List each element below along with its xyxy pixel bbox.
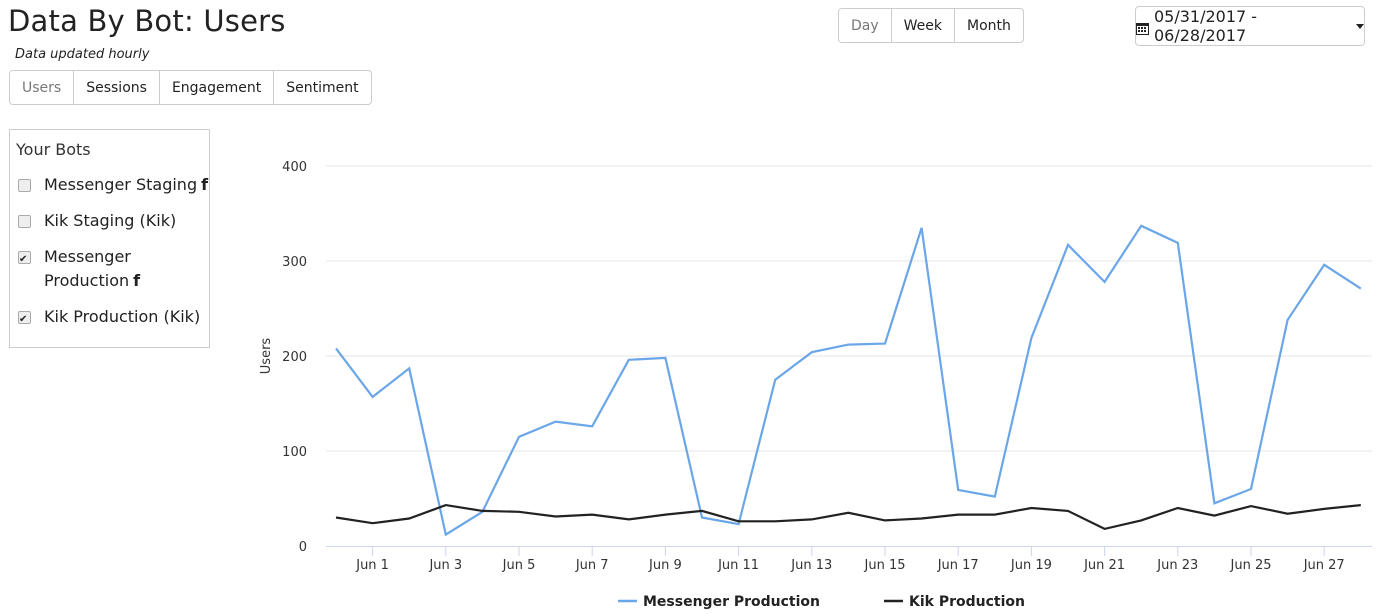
- data-point[interactable]: [626, 516, 632, 522]
- data-point[interactable]: [1211, 513, 1217, 519]
- x-tick-label: Jun 5: [502, 558, 536, 573]
- data-point[interactable]: [955, 512, 961, 518]
- data-point[interactable]: [370, 520, 376, 526]
- data-point[interactable]: [1138, 517, 1144, 523]
- data-point[interactable]: [772, 377, 778, 383]
- x-tick-label: Jun 19: [1010, 558, 1052, 573]
- x-tick-label: Jun 11: [717, 558, 759, 573]
- y-tick-label: 100: [282, 445, 307, 460]
- y-tick-label: 300: [282, 255, 307, 270]
- data-point[interactable]: [626, 357, 632, 363]
- x-tick-label: Jun 15: [864, 558, 906, 573]
- data-point[interactable]: [443, 532, 449, 538]
- data-point[interactable]: [1102, 279, 1108, 285]
- data-point[interactable]: [1248, 503, 1254, 509]
- data-point[interactable]: [845, 342, 851, 348]
- data-point[interactable]: [333, 515, 339, 521]
- x-tick-label: Jun 17: [937, 558, 979, 573]
- data-point[interactable]: [919, 515, 925, 521]
- data-point[interactable]: [992, 494, 998, 500]
- data-point[interactable]: [516, 509, 522, 515]
- data-point[interactable]: [1321, 262, 1327, 268]
- x-tick-label: Jun 7: [575, 558, 609, 573]
- data-point[interactable]: [1248, 486, 1254, 492]
- x-tick-label: Jun 27: [1303, 558, 1345, 573]
- y-tick-label: 200: [282, 350, 307, 365]
- data-point[interactable]: [1065, 242, 1071, 248]
- data-point[interactable]: [882, 341, 888, 347]
- data-point[interactable]: [992, 512, 998, 518]
- data-point[interactable]: [955, 487, 961, 493]
- data-point[interactable]: [553, 419, 559, 425]
- data-point[interactable]: [1358, 286, 1364, 292]
- x-tick-label: Jun 21: [1083, 558, 1125, 573]
- data-point[interactable]: [662, 512, 668, 518]
- data-point[interactable]: [736, 518, 742, 524]
- data-point[interactable]: [1285, 317, 1291, 323]
- data-point[interactable]: [809, 349, 815, 355]
- data-point[interactable]: [589, 512, 595, 518]
- data-point[interactable]: [1102, 526, 1108, 532]
- series-line-kik-production[interactable]: [335, 503, 1361, 531]
- data-point[interactable]: [589, 423, 595, 429]
- data-point[interactable]: [662, 355, 668, 361]
- data-point[interactable]: [1321, 506, 1327, 512]
- series-line-messenger-production[interactable]: [335, 224, 1362, 537]
- data-point[interactable]: [370, 394, 376, 400]
- data-point[interactable]: [516, 434, 522, 440]
- data-point[interactable]: [919, 225, 925, 231]
- data-point[interactable]: [699, 515, 705, 521]
- data-point[interactable]: [1028, 505, 1034, 511]
- x-tick-label: Jun 25: [1230, 558, 1272, 573]
- x-tick-label: Jun 3: [428, 558, 462, 573]
- y-axis-label: Users: [259, 338, 274, 375]
- users-line-chart: 0 100 200 300 400 Jun 1 Jun 3 Jun 5 Jun 7 Jun 9 J…: [259, 160, 1372, 610]
- data-point[interactable]: [1358, 502, 1364, 508]
- data-point[interactable]: [406, 515, 412, 521]
- data-point[interactable]: [333, 345, 339, 351]
- data-point[interactable]: [1028, 335, 1034, 341]
- data-point[interactable]: [406, 365, 412, 371]
- data-point[interactable]: [809, 516, 815, 522]
- x-tick-label: Jun 23: [1156, 558, 1198, 573]
- legend-label: Messenger Production: [643, 594, 820, 610]
- data-point[interactable]: [1138, 223, 1144, 229]
- x-tick-label: Jun 13: [790, 558, 832, 573]
- data-point[interactable]: [1175, 505, 1181, 511]
- x-tick-label: Jun 9: [648, 558, 682, 573]
- legend-item[interactable]: Messenger Production: [618, 594, 820, 610]
- legend-item[interactable]: Kik Production: [884, 594, 1025, 610]
- data-point[interactable]: [772, 518, 778, 524]
- data-point[interactable]: [845, 510, 851, 516]
- data-point[interactable]: [1285, 511, 1291, 517]
- data-point[interactable]: [443, 502, 449, 508]
- y-tick-label: 0: [299, 540, 307, 555]
- data-point[interactable]: [479, 508, 485, 514]
- data-point[interactable]: [1175, 240, 1181, 246]
- y-tick-label: 400: [282, 160, 307, 175]
- data-point[interactable]: [553, 514, 559, 520]
- data-point[interactable]: [1211, 500, 1217, 506]
- x-tick-label: Jun 1: [355, 558, 389, 573]
- data-point[interactable]: [1065, 508, 1071, 514]
- data-point[interactable]: [699, 508, 705, 514]
- legend-label: Kik Production: [909, 594, 1025, 610]
- data-point[interactable]: [882, 517, 888, 523]
